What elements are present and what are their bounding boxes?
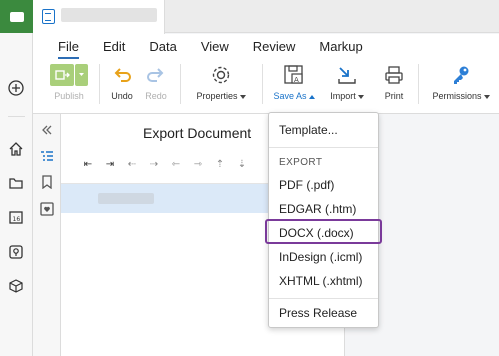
export-indesign-option[interactable]: InDesign (.icml) xyxy=(279,250,362,264)
app-switcher-button[interactable] xyxy=(0,0,33,33)
menu-markup[interactable]: Markup xyxy=(319,39,362,59)
publish-button[interactable]: Publish xyxy=(48,64,90,101)
outline-icon[interactable] xyxy=(39,148,55,164)
add-icon[interactable] xyxy=(7,79,25,97)
document-title xyxy=(61,8,157,22)
panel-nav-strip xyxy=(33,114,61,356)
app-window: 16 File Edit Data View Review Markup Pub… xyxy=(0,0,499,356)
move-down-icon[interactable]: ⇣ xyxy=(235,159,249,171)
docx-highlight-box xyxy=(265,219,382,244)
save-as-button[interactable]: A Save As xyxy=(268,64,320,101)
menu-view[interactable]: View xyxy=(201,39,229,59)
ribbon-toolbar: File Edit Data View Review Markup Publis… xyxy=(33,34,499,114)
menu-data[interactable]: Data xyxy=(149,39,176,59)
export-edgar-option[interactable]: EDGAR (.htm) xyxy=(279,202,356,216)
home-icon[interactable] xyxy=(7,140,25,158)
publish-icon xyxy=(50,64,88,86)
menu-bar: File Edit Data View Review Markup xyxy=(33,39,363,59)
undo-button[interactable]: Undo xyxy=(107,64,137,101)
export-xhtml-option[interactable]: XHTML (.xhtml) xyxy=(279,274,363,288)
indent-right-icon[interactable]: ⇢ xyxy=(147,159,161,171)
template-option[interactable]: Template... xyxy=(279,123,338,137)
save-as-icon: A xyxy=(284,65,303,84)
menu-review[interactable]: Review xyxy=(253,39,296,59)
demote-icon[interactable]: ⇾ xyxy=(191,159,205,171)
insights-icon[interactable] xyxy=(7,243,25,261)
redo-button[interactable]: Redo xyxy=(141,64,171,101)
indent-left-icon[interactable]: ⇠ xyxy=(125,159,139,171)
import-button[interactable]: Import xyxy=(326,64,368,101)
left-rail: 16 xyxy=(0,0,33,356)
cube-icon[interactable] xyxy=(7,277,25,295)
export-pdf-option[interactable]: PDF (.pdf) xyxy=(279,178,334,192)
promote-icon[interactable]: ⇽ xyxy=(169,159,183,171)
import-icon xyxy=(338,67,356,84)
menu-edit[interactable]: Edit xyxy=(103,39,125,59)
menu-file[interactable]: File xyxy=(58,39,79,59)
key-icon xyxy=(454,66,469,84)
undo-icon xyxy=(114,68,131,82)
bookmark-icon[interactable] xyxy=(39,174,55,190)
redo-icon xyxy=(147,68,164,82)
document-tab[interactable] xyxy=(33,0,165,34)
app-grid-icon xyxy=(9,11,24,22)
outline-item-label xyxy=(98,193,154,204)
permissions-button[interactable]: Permissions xyxy=(428,64,494,101)
export-section-header: EXPORT xyxy=(279,157,323,168)
outline-toolbar: ⇤ ⇥ ⇠ ⇢ ⇽ ⇾ ⇡ ⇣ xyxy=(81,159,249,171)
press-release-option[interactable]: Press Release xyxy=(279,306,357,320)
svg-text:16: 16 xyxy=(13,216,21,223)
folder-icon[interactable] xyxy=(7,174,25,192)
collapse-panel-icon[interactable] xyxy=(39,122,55,138)
gear-icon xyxy=(212,66,230,84)
add-before-icon[interactable]: ⇤ xyxy=(81,159,95,171)
comments-icon[interactable] xyxy=(39,201,55,217)
move-up-icon[interactable]: ⇡ xyxy=(213,159,227,171)
calendar-icon[interactable]: 16 xyxy=(7,208,25,226)
document-icon xyxy=(42,9,55,24)
panel-title: Export Document xyxy=(143,125,252,141)
printer-icon xyxy=(385,66,403,84)
print-button[interactable]: Print xyxy=(379,64,409,101)
svg-text:A: A xyxy=(294,76,299,84)
add-after-icon[interactable]: ⇥ xyxy=(103,159,117,171)
properties-button[interactable]: Properties xyxy=(189,64,253,101)
